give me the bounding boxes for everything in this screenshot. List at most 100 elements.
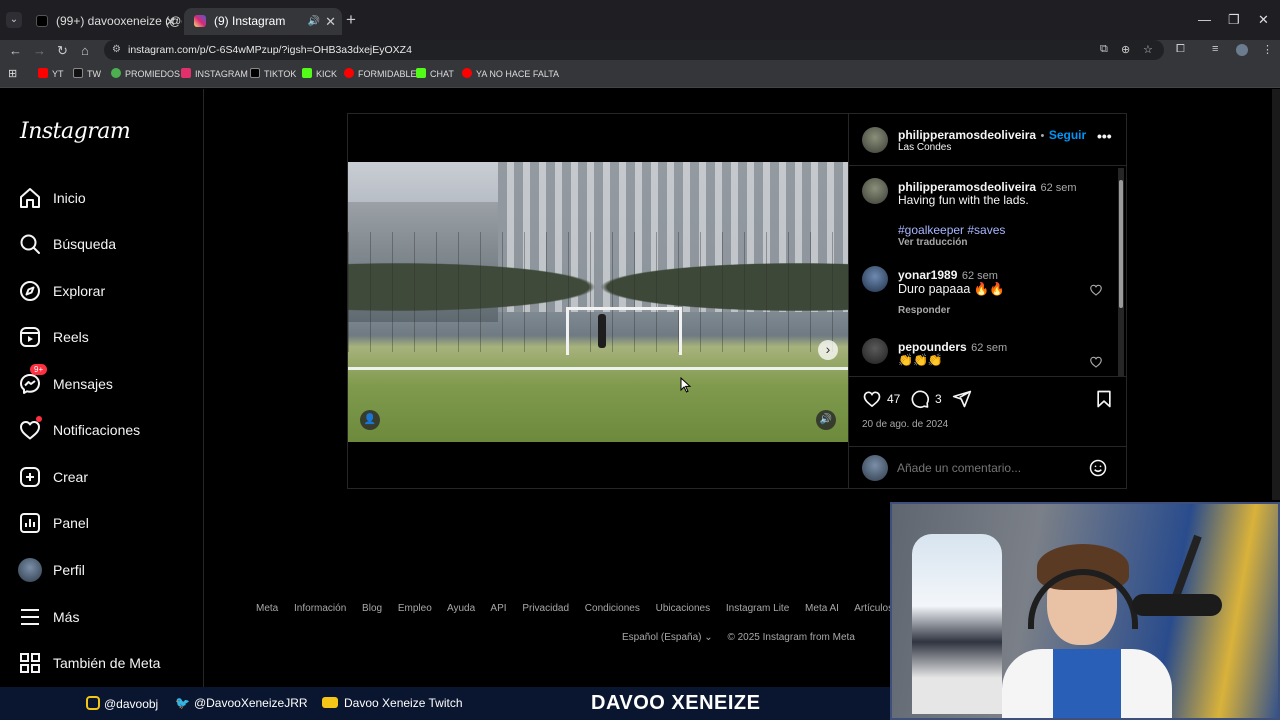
bookmark-tiktok[interactable]: TIKTOK	[250, 68, 296, 81]
instagram-logo[interactable]: Instagram	[20, 119, 131, 144]
sidebar-item-explorar[interactable]: Explorar	[18, 277, 198, 307]
apps-icon[interactable]: ⊞	[8, 68, 17, 81]
media-icon[interactable]: ≡	[1212, 43, 1218, 55]
sidebar-item-busqueda[interactable]: Búsqueda	[18, 230, 198, 260]
footer-link[interactable]: Meta	[256, 603, 278, 614]
bookmark-instagram[interactable]: INSTAGRAM	[181, 68, 248, 81]
star-icon[interactable]: ☆	[1143, 43, 1153, 56]
post-date: 20 de ago. de 2024	[862, 419, 949, 430]
comment-icon[interactable]	[910, 389, 930, 409]
sidebar-item-reels[interactable]: Reels	[18, 323, 198, 353]
close-icon[interactable]: ✕	[325, 8, 336, 35]
chevron-down-icon[interactable]: ⌄	[704, 632, 712, 643]
sidebar-item-panel[interactable]: Panel	[18, 509, 198, 539]
bookmark-chat[interactable]: CHAT	[416, 68, 454, 81]
emoji-icon[interactable]	[1088, 458, 1108, 478]
browser-menu-icon[interactable]: ⋮	[1262, 43, 1273, 56]
footer-link[interactable]: Privacidad	[522, 603, 569, 614]
plus-icon	[20, 467, 40, 487]
reload-icon[interactable]: ↻	[57, 43, 68, 59]
bookmark-tw[interactable]: TW	[73, 68, 101, 81]
caption-username[interactable]: philipperamosdeoliveira	[898, 180, 1036, 194]
like-comment-icon[interactable]	[1089, 283, 1103, 297]
new-tab-button[interactable]: +	[346, 11, 356, 28]
sidebar-item-mas[interactable]: Más	[18, 603, 198, 633]
close-icon[interactable]: ✕	[165, 8, 176, 35]
twitter-icon: 🐦	[175, 696, 190, 710]
speaker-icon[interactable]: 🔊	[308, 8, 320, 35]
sidebar-item-notificaciones[interactable]: Notificaciones	[18, 416, 198, 446]
sidebar-item-label: Perfil	[53, 562, 85, 578]
share-icon[interactable]	[952, 389, 972, 409]
comments-scrollbar-thumb[interactable]	[1119, 180, 1123, 308]
install-icon[interactable]: ⧉	[1100, 43, 1108, 56]
tab-tiktok[interactable]: (99+) davooxeneize (@davooxe ✕	[26, 8, 182, 35]
avatar[interactable]	[862, 338, 888, 364]
footer-link[interactable]: Ubicaciones	[656, 603, 710, 614]
footer-link[interactable]: Instagram Lite	[726, 603, 789, 614]
avatar[interactable]	[862, 178, 888, 204]
like-icon[interactable]	[862, 389, 882, 409]
footer-link[interactable]: Meta AI	[805, 603, 839, 614]
footer-link[interactable]: Condiciones	[585, 603, 640, 614]
tab-search-button[interactable]: ⌄	[6, 12, 22, 28]
next-arrow-icon[interactable]: ›	[818, 340, 838, 360]
footer-link[interactable]: Blog	[362, 603, 382, 614]
post-video[interactable]: 👤 🔊 ›	[348, 162, 848, 442]
footer-link[interactable]: Ayuda	[447, 603, 475, 614]
page-scrollbar[interactable]	[1272, 89, 1280, 500]
tab-instagram[interactable]: (9) Instagram 🔊 ✕	[184, 8, 342, 35]
bookmark-ya-no-hace-falta[interactable]: YA NO HACE FALTA	[462, 68, 559, 81]
restore-button[interactable]: ❐	[1228, 12, 1240, 28]
author-username[interactable]: philipperamosdeoliveira	[898, 128, 1036, 142]
footer-link[interactable]: Artículos de Meta	[854, 603, 890, 614]
extensions-icon[interactable]: ⧠	[1176, 43, 1185, 56]
avatar[interactable]	[862, 127, 888, 153]
sidebar-item-inicio[interactable]: Inicio	[18, 184, 198, 214]
comment-input[interactable]	[897, 457, 1077, 479]
back-icon[interactable]: ←	[9, 43, 22, 58]
caption-hashtags[interactable]: #goalkeeper #saves	[898, 223, 1005, 237]
comment: yonar1989 62 sem Duro papaaa 🔥🔥 Responde…	[862, 266, 1112, 326]
like-count[interactable]: 47	[887, 392, 900, 406]
site-info-icon[interactable]: ⚙	[112, 40, 121, 60]
youtube-icon	[462, 68, 472, 78]
sidebar-item-tambien-de-meta[interactable]: También de Meta	[18, 649, 198, 679]
zoom-icon[interactable]: ⊕	[1121, 43, 1130, 56]
language-selector[interactable]: Español (España)	[622, 632, 702, 643]
sidebar-item-crear[interactable]: Crear	[18, 463, 198, 493]
footer-link[interactable]: API	[490, 603, 506, 614]
footer-links: Meta Información Blog Empleo Ayuda API P…	[256, 603, 890, 619]
bookmark-label: TIKTOK	[264, 69, 297, 79]
bookmark-yt[interactable]: YT	[38, 68, 64, 81]
bookmark-promiedos[interactable]: PROMIEDOS	[111, 68, 180, 81]
more-options-icon[interactable]: •••	[1097, 128, 1112, 144]
minimize-button[interactable]: —	[1198, 12, 1211, 27]
window-close-button[interactable]: ✕	[1258, 12, 1269, 28]
home-icon[interactable]: ⌂	[81, 43, 89, 58]
footer-link[interactable]: Empleo	[398, 603, 432, 614]
sidebar-item-mensajes[interactable]: 9+ Mensajes	[18, 364, 198, 400]
reply-link[interactable]: Responder	[898, 305, 950, 316]
location[interactable]: Las Condes	[898, 142, 951, 153]
bookmark-icon[interactable]	[1094, 389, 1114, 409]
translate-link[interactable]: Ver traducción	[898, 237, 967, 248]
user-tags-icon[interactable]: 👤	[360, 410, 380, 430]
bookmark-label: INSTAGRAM	[195, 69, 248, 79]
forward-icon[interactable]: →	[33, 43, 46, 58]
like-comment-icon[interactable]	[1089, 355, 1103, 369]
overlay-instagram: @davoobj	[86, 696, 158, 711]
avatar[interactable]	[862, 266, 888, 292]
volume-icon[interactable]: 🔊	[816, 410, 836, 430]
bookmark-kick[interactable]: KICK	[302, 68, 337, 81]
video-goal	[566, 307, 682, 355]
sidebar-item-perfil[interactable]: Perfil	[18, 556, 198, 586]
footer-link[interactable]: Información	[294, 603, 346, 614]
comment-username[interactable]: yonar1989	[898, 268, 957, 282]
bookmark-label: YA NO HACE FALTA	[476, 69, 560, 79]
profile-avatar[interactable]	[1236, 44, 1248, 56]
url-bar[interactable]: ⚙ instagram.com/p/C-6S4wMPzup/?igsh=OHB3…	[104, 40, 1164, 60]
bookmark-formidable[interactable]: FORMIDABLE	[344, 68, 417, 81]
comment-username[interactable]: pepounders	[898, 340, 967, 354]
follow-button[interactable]: Seguir	[1049, 128, 1086, 142]
